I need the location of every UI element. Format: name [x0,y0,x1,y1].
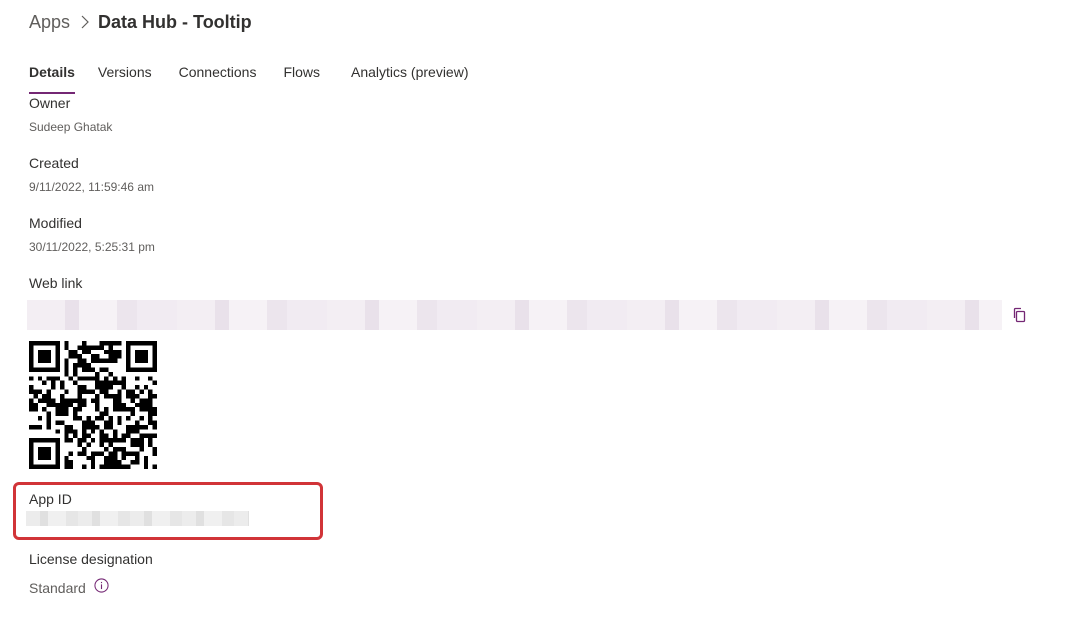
page-title: Data Hub - Tooltip [98,11,252,32]
breadcrumb: Apps Data Hub - Tooltip [29,9,252,35]
owner-label: Owner [29,95,71,111]
qr-code [29,341,157,469]
modified-label: Modified [29,215,82,231]
info-icon[interactable] [94,577,109,593]
tab-flows[interactable]: Flows [283,62,320,94]
tab-details[interactable]: Details [29,62,75,94]
tab-bar: Details Versions Connections Flows Analy… [29,62,492,94]
app-id-value-redacted [26,511,249,526]
created-label: Created [29,155,79,171]
tab-connections[interactable]: Connections [179,62,257,94]
created-value: 9/11/2022, 11:59:46 am [29,180,154,194]
breadcrumb-apps-link[interactable]: Apps [29,12,70,33]
copy-icon[interactable] [1010,305,1030,325]
license-label: License designation [29,551,153,567]
app-id-label: App ID [29,491,72,507]
tab-analytics[interactable]: Analytics (preview) [351,62,468,94]
owner-value: Sudeep Ghatak [29,120,113,134]
app-details-page: Apps Data Hub - Tooltip Details Versions… [0,0,1086,617]
license-value: Standard [29,580,86,596]
tab-versions[interactable]: Versions [98,62,152,94]
web-link-value-redacted[interactable] [27,300,1002,330]
modified-value: 30/11/2022, 5:25:31 pm [29,240,155,254]
chevron-right-icon [81,15,89,29]
license-row: Standard [29,577,109,596]
web-link-label: Web link [29,275,83,291]
